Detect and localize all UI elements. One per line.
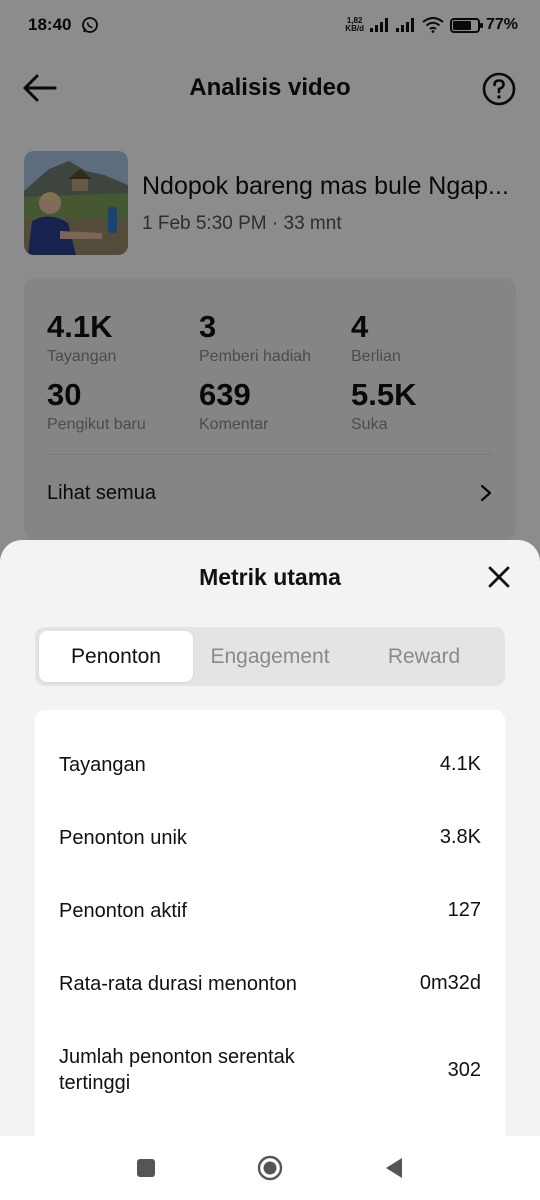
tab-penonton[interactable]: Penonton xyxy=(39,631,193,682)
metric-label: Rata-rata durasi menonton xyxy=(59,972,297,995)
sheet-title: Metrik utama xyxy=(199,564,341,590)
metric-label: Tayangan xyxy=(59,753,146,776)
metric-tabs: Penonton Engagement Reward xyxy=(35,627,505,686)
metric-value: 302 xyxy=(447,1058,481,1081)
recents-button[interactable] xyxy=(133,1155,159,1181)
close-icon[interactable] xyxy=(488,566,510,588)
tab-engagement[interactable]: Engagement xyxy=(193,631,347,682)
metric-row: Penonton aktif 127 xyxy=(59,874,481,947)
metric-value: 127 xyxy=(447,899,481,921)
metric-value: 4.1K xyxy=(439,753,481,775)
metric-label: Penonton aktif xyxy=(59,899,187,922)
home-circle-icon xyxy=(257,1155,283,1181)
system-nav-bar xyxy=(0,1136,540,1200)
metric-row: Tayangan 4.1K xyxy=(59,728,481,801)
back-button[interactable] xyxy=(381,1155,407,1181)
metric-label: Penonton unik xyxy=(59,826,187,849)
square-icon xyxy=(137,1159,155,1177)
metric-row: Jumlah penonton serentak tertinggi 302 xyxy=(59,1020,481,1120)
metric-label: Jumlah penonton serentak tertinggi xyxy=(59,1046,295,1094)
metric-value: 3.8K xyxy=(439,826,481,848)
metric-row: Rata-rata durasi menonton 0m32d xyxy=(59,947,481,1020)
metric-row: Penonton unik 3.8K xyxy=(59,801,481,874)
triangle-back-icon xyxy=(386,1158,402,1178)
bottom-sheet: Metrik utama Penonton Engagement Reward Ta… xyxy=(0,540,540,1200)
home-button[interactable] xyxy=(257,1155,283,1181)
metrics-list: Tayangan 4.1K Penonton unik 3.8K Penonton ak… xyxy=(35,710,505,1140)
metric-value: 0m32d xyxy=(419,972,481,994)
tab-reward[interactable]: Reward xyxy=(347,631,501,682)
